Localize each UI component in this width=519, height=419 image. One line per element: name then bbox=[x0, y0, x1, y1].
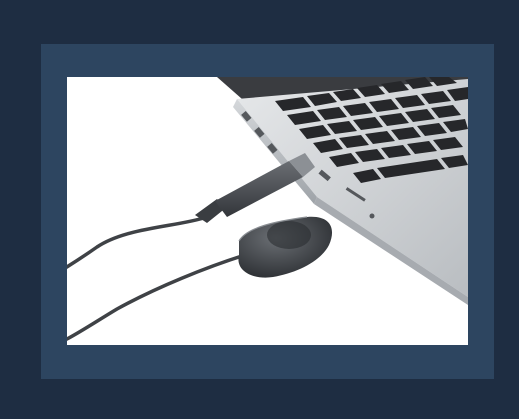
product-photo bbox=[67, 77, 468, 345]
product-illustration bbox=[67, 77, 468, 341]
xray-sensor bbox=[238, 216, 333, 278]
outer-frame bbox=[0, 0, 519, 419]
sensor-cable bbox=[67, 253, 247, 341]
